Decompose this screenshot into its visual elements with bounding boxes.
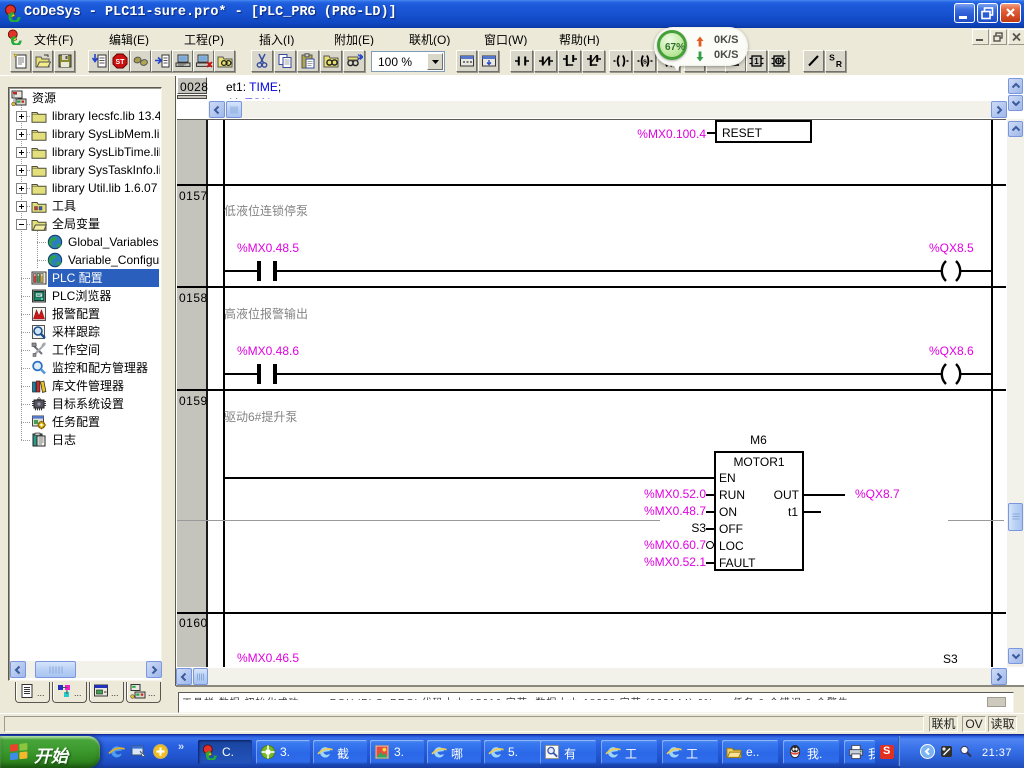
svg-text:ST: ST	[115, 59, 125, 66]
svg-text:S: S	[829, 53, 835, 63]
svg-text:R: R	[835, 59, 841, 69]
svg-text:s: s	[642, 57, 646, 66]
svg-text:1: 1	[754, 57, 759, 66]
